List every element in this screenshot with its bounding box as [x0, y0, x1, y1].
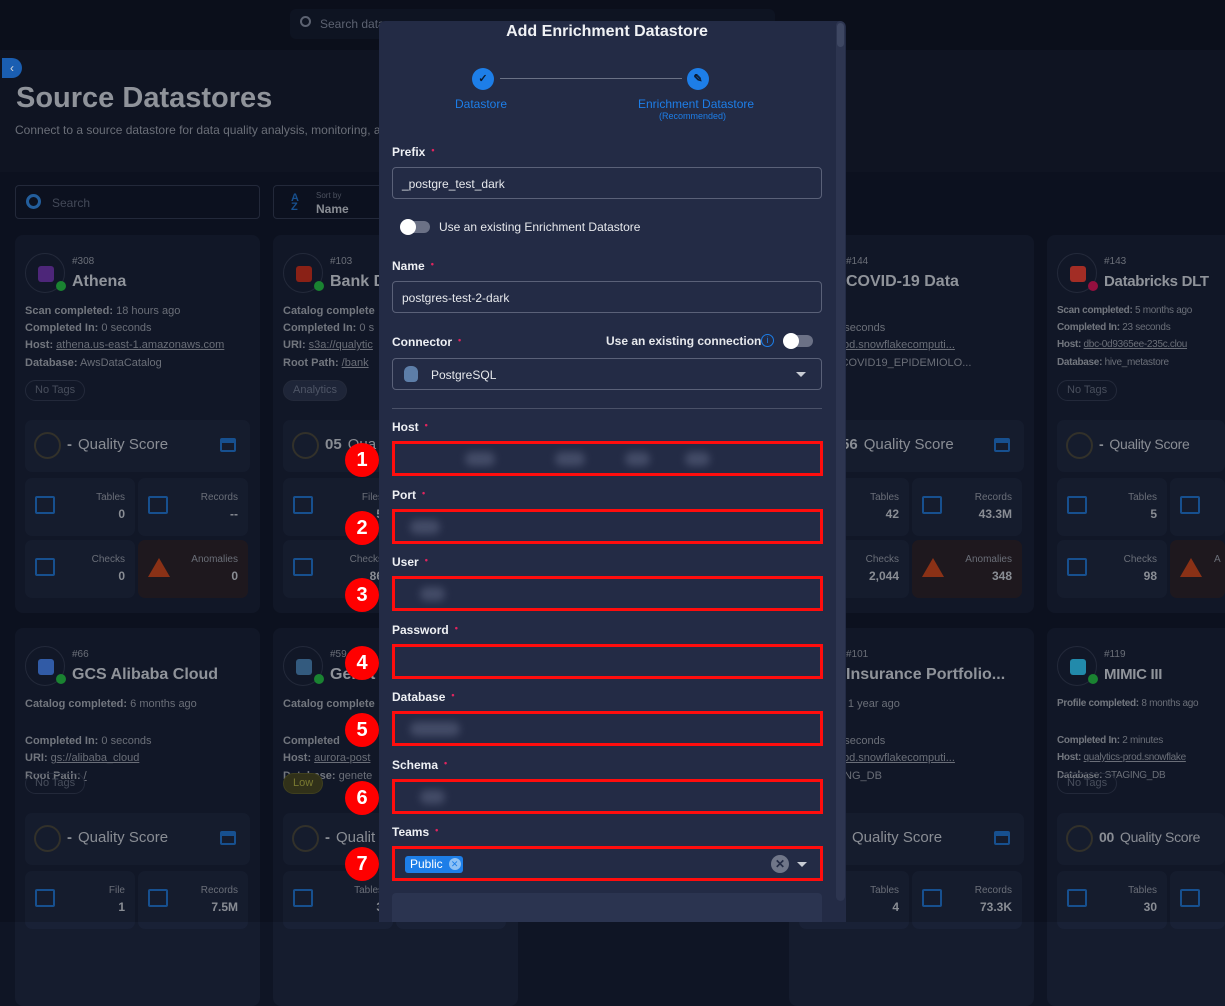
stepper-connector [500, 78, 682, 79]
password-input[interactable] [392, 644, 823, 679]
annotation-badge-7: 7 [345, 847, 379, 881]
connector-label: Connector • [392, 335, 462, 349]
teams-label: Teams • [392, 825, 439, 839]
step-label-enrichment[interactable]: Enrichment Datastore [638, 97, 754, 111]
chevron-down-icon [796, 372, 806, 377]
use-existing-enrichment-label: Use an existing Enrichment Datastore [439, 220, 641, 234]
port-label: Port • [392, 488, 426, 502]
schema-label: Schema • [392, 758, 448, 772]
chevron-down-icon[interactable] [797, 862, 807, 867]
clear-teams-icon[interactable]: ✕ [771, 855, 789, 873]
annotation-badge-6: 6 [345, 781, 379, 815]
connector-value: PostgreSQL [431, 368, 497, 382]
remove-chip-icon[interactable]: ✕ [448, 858, 461, 870]
step-done-check-icon[interactable]: ✓ [472, 68, 494, 90]
annotation-badge-1: 1 [345, 443, 379, 477]
redacted-value [465, 452, 495, 466]
redacted-value [410, 520, 440, 534]
database-input[interactable] [392, 711, 823, 746]
annotation-badge-2: 2 [345, 511, 379, 545]
modal-title: Add Enrichment Datastore [506, 23, 708, 40]
info-icon[interactable]: i [761, 334, 774, 347]
name-label: Name • [392, 259, 434, 273]
name-input[interactable]: postgres-test-2-dark [392, 281, 822, 313]
annotation-badge-5: 5 [345, 713, 379, 747]
modal-footer [392, 893, 822, 922]
password-label: Password • [392, 623, 458, 637]
redacted-value [685, 452, 710, 466]
port-input[interactable] [392, 509, 823, 544]
use-existing-enrichment-toggle[interactable] [400, 219, 430, 235]
postgresql-elephant-icon [404, 366, 418, 382]
user-input[interactable] [392, 576, 823, 611]
use-existing-connection-label: Use an existing connection [606, 334, 762, 348]
divider [392, 408, 822, 409]
database-label: Database • [392, 690, 455, 704]
host-label: Host • [392, 420, 428, 434]
prefix-input[interactable]: _postgre_test_dark [392, 167, 822, 199]
redacted-value [420, 587, 445, 601]
step-label-datastore[interactable]: Datastore [455, 97, 507, 111]
prefix-label: Prefix • [392, 145, 435, 159]
redacted-value [555, 452, 585, 466]
redacted-value [625, 452, 650, 466]
connector-select[interactable]: PostgreSQL [392, 358, 822, 390]
redacted-value [410, 722, 460, 736]
host-input[interactable] [392, 441, 823, 476]
step-active-pencil-icon[interactable]: ✎ [687, 68, 709, 90]
user-label: User • [392, 555, 428, 569]
team-chip-public: Public ✕ [405, 856, 463, 873]
annotation-badge-4: 4 [345, 646, 379, 680]
redacted-value [420, 790, 445, 804]
modal-scrollbar[interactable] [836, 21, 845, 901]
schema-input[interactable] [392, 779, 823, 814]
annotation-badge-3: 3 [345, 578, 379, 612]
use-existing-connection-toggle[interactable] [783, 333, 813, 349]
step-sublabel: (Recommended) [659, 111, 727, 121]
